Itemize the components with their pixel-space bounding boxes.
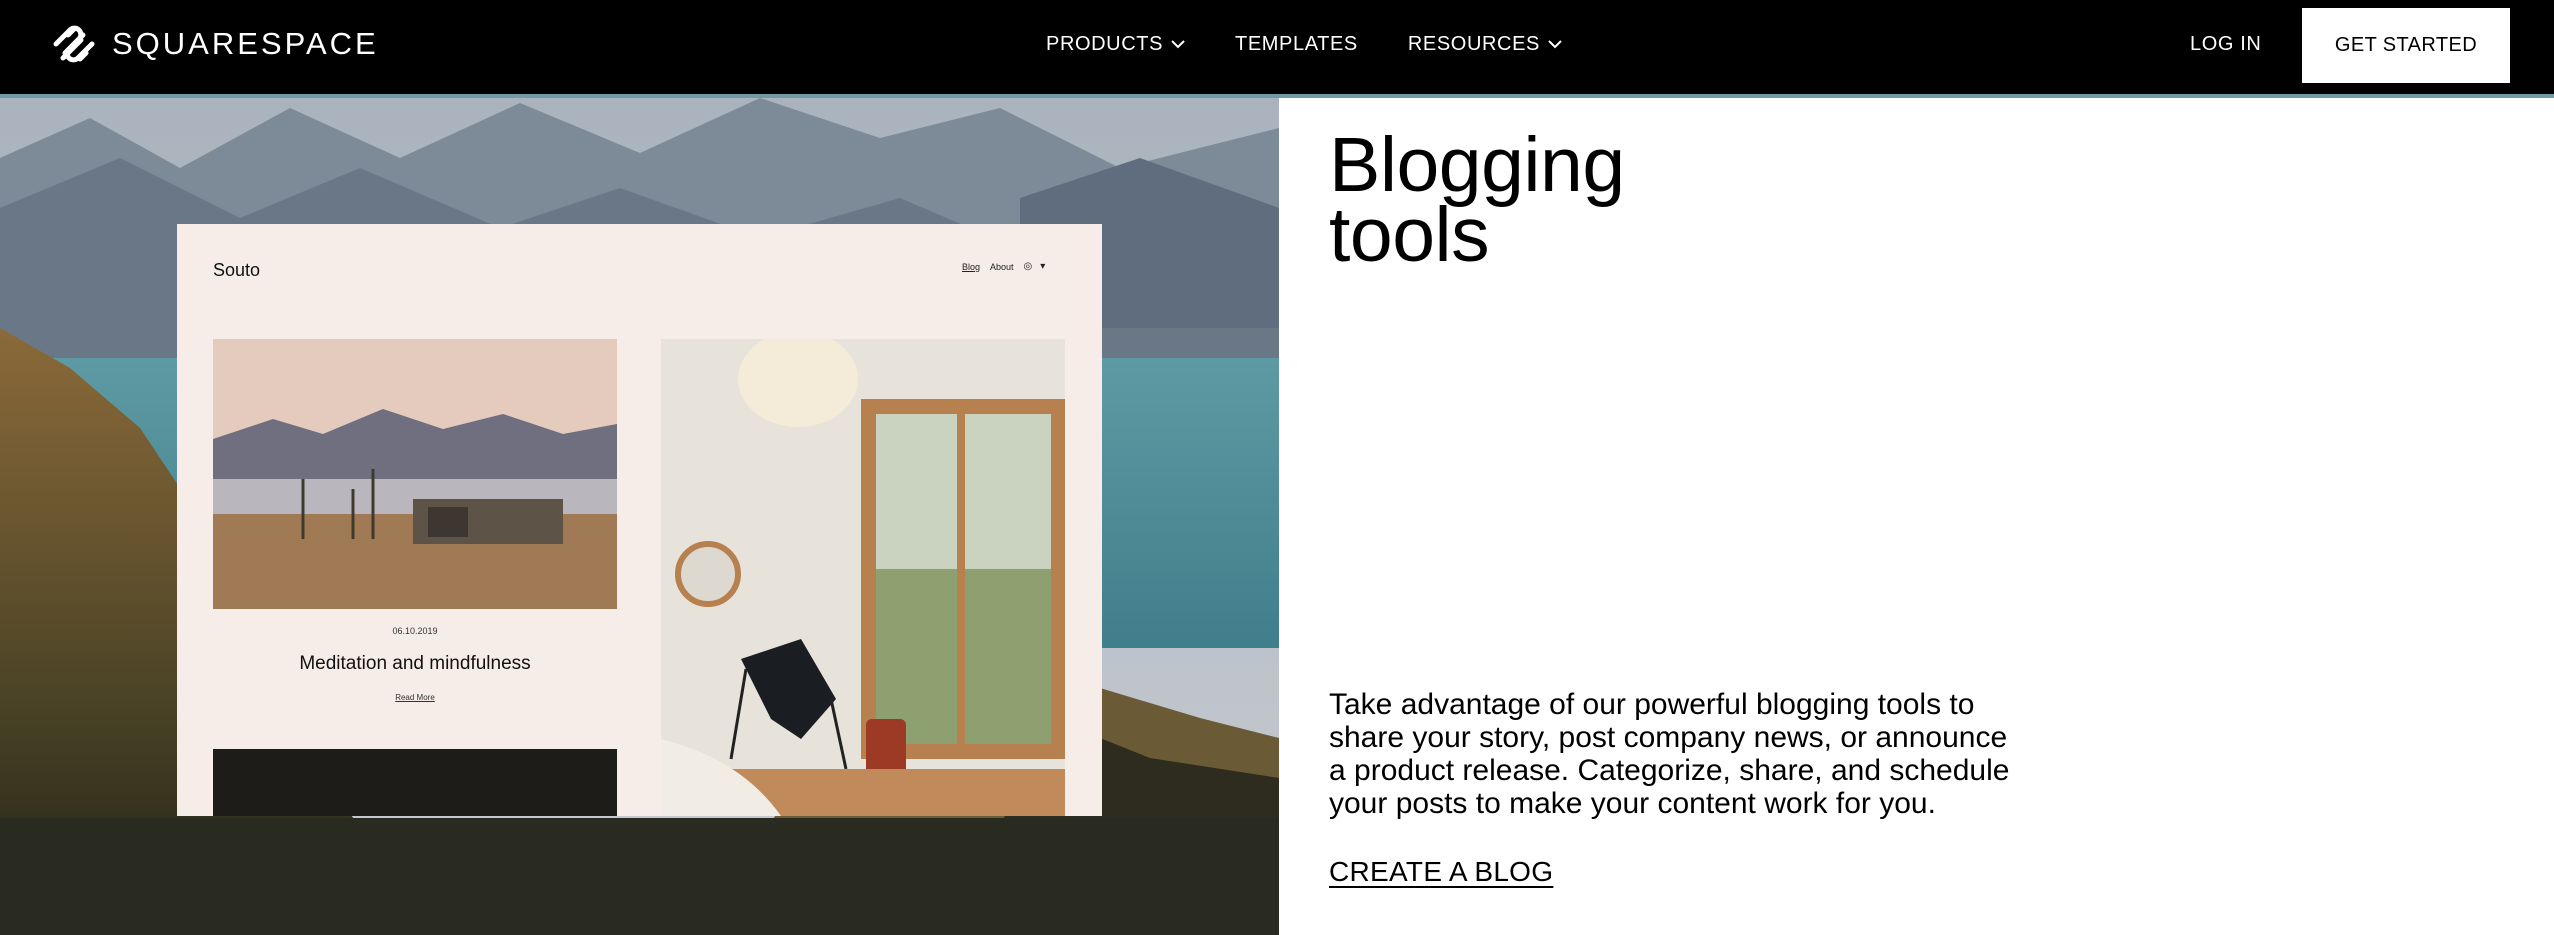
chevron-down-icon — [1548, 40, 1562, 49]
mockup-nav-about: About — [990, 262, 1014, 272]
template-mockup: Souto Blog About ◎ ▾ 06.10.2019 Meditati… — [177, 224, 1102, 816]
hero-image: Souto Blog About ◎ ▾ 06.10.2019 Meditati… — [0, 98, 1279, 935]
mockup-social-links: ◎ ▾ — [1024, 262, 1046, 272]
headline-line-2: tools — [1329, 192, 1490, 278]
nav-templates-label: TEMPLATES — [1235, 32, 1358, 55]
create-blog-link[interactable]: CREATE A BLOG — [1329, 856, 1553, 888]
post-title: Meditation and mindfulness — [299, 653, 531, 674]
top-navigation: SQUARESPACE PRODUCTS TEMPLATES RESOURCES… — [0, 0, 2554, 94]
mockup-navigation: Blog About ◎ ▾ — [962, 262, 1046, 273]
section-description: Take advantage of our powerful blogging … — [1329, 688, 2010, 820]
nav-templates[interactable]: TEMPLATES — [1235, 33, 1358, 56]
nav-resources[interactable]: RESOURCES — [1408, 33, 1562, 56]
squarespace-logo-icon — [53, 25, 95, 63]
interior-room-photo — [661, 339, 1065, 816]
login-link[interactable]: LOG IN — [2190, 28, 2261, 60]
landscape-cabin-photo — [213, 339, 617, 609]
mockup-site-name: Souto — [213, 260, 261, 280]
mockup-nav-blog: Blog — [962, 262, 981, 272]
post-date: 06.10.2019 — [392, 626, 438, 636]
brand-name: SQUARESPACE — [112, 26, 379, 61]
nav-resources-label: RESOURCES — [1407, 32, 1540, 55]
instagram-icon: ◎ — [1023, 261, 1033, 272]
dark-post-photo — [213, 749, 617, 816]
nav-products-label: PRODUCTS — [1046, 32, 1164, 55]
main-menu: PRODUCTS TEMPLATES RESOURCES — [1046, 28, 1562, 60]
twitter-icon: ▾ — [1040, 261, 1046, 272]
section-headline: Blogging tools — [1329, 127, 1929, 274]
read-more-link: Read More — [395, 693, 435, 702]
chevron-down-icon — [1171, 40, 1185, 49]
get-started-button[interactable]: GET STARTED — [2302, 8, 2510, 83]
brand-logo-link[interactable]: SQUARESPACE — [48, 22, 379, 66]
nav-products[interactable]: PRODUCTS — [1046, 33, 1185, 56]
